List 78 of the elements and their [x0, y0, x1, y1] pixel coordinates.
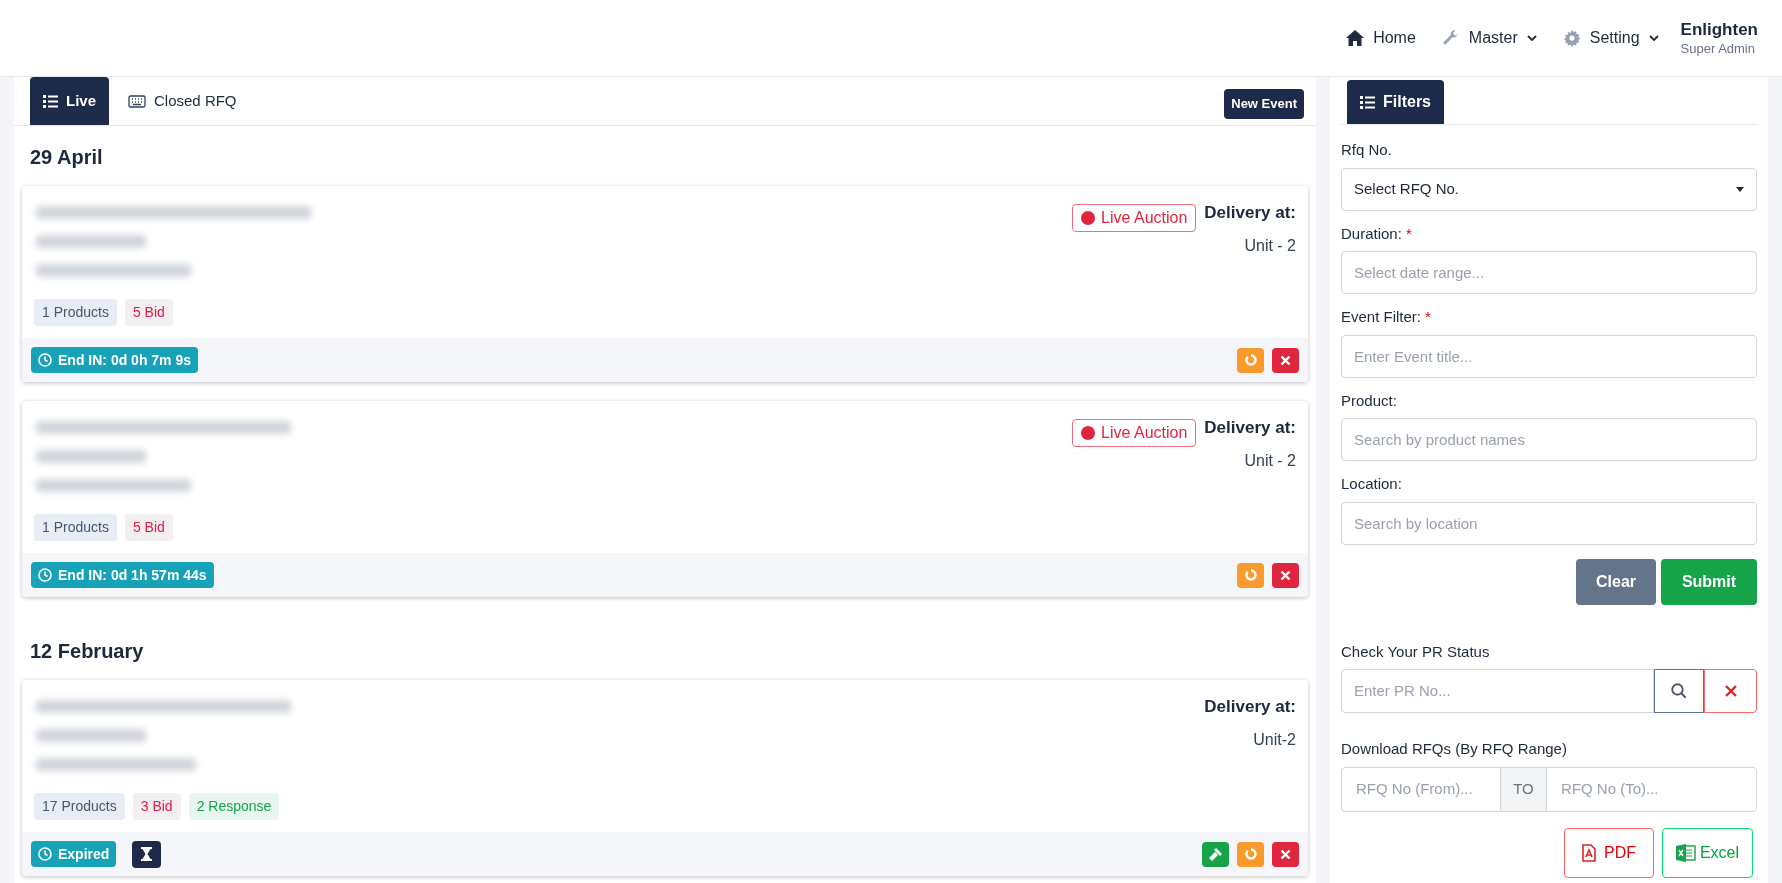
pdf-file-icon [1582, 843, 1596, 862]
spreadsheet-icon [1675, 843, 1696, 862]
hourglass-button[interactable] [132, 840, 162, 868]
nav-link[interactable]: Setting [1562, 26, 1659, 50]
date-heading: 12 February [29, 639, 145, 664]
count-tag: 17 Products [34, 793, 125, 820]
count-tag: 2 Response [188, 793, 280, 820]
hourglass-icon [141, 847, 153, 861]
wrench-icon [1441, 29, 1460, 47]
count-tag: 3 Bid [132, 793, 181, 820]
delivery-label: Delivery at: [1204, 202, 1296, 224]
range-separator: TO [1501, 766, 1546, 812]
date-heading: 29 April [29, 145, 104, 170]
field-label: Event Filter: [1341, 307, 1422, 327]
search-button[interactable] [1654, 669, 1704, 713]
clear-button[interactable]: Clear [1576, 558, 1656, 605]
close-icon [1280, 569, 1291, 581]
field-label: Duration: [1341, 223, 1402, 244]
live-auction-badge: Live Auction [1072, 204, 1197, 232]
count-tag: 1 Products [34, 299, 117, 326]
pr-number-field[interactable]: Enter PR No... [1341, 669, 1654, 713]
tab[interactable]: Live [30, 77, 109, 125]
clear-button[interactable] [1704, 669, 1757, 713]
delete-button[interactable] [1272, 841, 1299, 867]
clock-icon [38, 353, 52, 367]
delivery-location: Unit-2 [1253, 729, 1296, 750]
filter-field[interactable]: Select date range... [1341, 251, 1757, 294]
dropdown-icon [1736, 186, 1744, 192]
delivery-location: Unit - 2 [1244, 235, 1296, 256]
field-label: Product: [1341, 390, 1397, 411]
list-icon [1360, 95, 1375, 109]
required-mark: * [1425, 307, 1431, 327]
nav-link[interactable]: Home [1346, 26, 1416, 50]
refresh-icon [1244, 848, 1257, 860]
close-icon [1280, 354, 1291, 366]
clock-icon [38, 847, 52, 861]
field-label: Rfq No. [1341, 140, 1392, 160]
count-tag: 5 Bid [124, 514, 173, 541]
delivery-label: Delivery at: [1204, 696, 1296, 718]
delete-button[interactable] [1272, 347, 1299, 373]
count-tag: 5 Bid [124, 299, 173, 326]
timer-badge: End IN: 0d 0h 7m 9s [31, 347, 199, 373]
rfq-from-field[interactable]: RFQ No (From)... [1341, 766, 1501, 812]
field-label: Location: [1341, 474, 1402, 494]
gavel-icon [1209, 847, 1222, 861]
filter-field[interactable]: Search by product names [1341, 418, 1757, 461]
filter-field[interactable]: Enter Event title... [1341, 334, 1757, 378]
count-tag: 1 Products [34, 514, 117, 541]
gear-icon [1562, 29, 1581, 47]
close-icon [1723, 684, 1738, 698]
timer-badge: End IN: 0d 1h 57m 44s [31, 562, 214, 588]
field-label: Download RFQs (By RFQ Range) [1341, 739, 1568, 759]
delivery-location: Unit - 2 [1244, 450, 1296, 471]
rfq-to-field[interactable]: RFQ No (To)... [1546, 766, 1757, 812]
clock-icon [38, 568, 52, 582]
user-role: Super Admin [1680, 40, 1756, 57]
timer-badge: Expired [31, 841, 117, 867]
award-button[interactable] [1202, 841, 1229, 867]
pdf-button[interactable]: PDF [1564, 827, 1654, 878]
required-mark: * [1405, 223, 1412, 244]
rfq-select[interactable]: Select RFQ No. [1341, 167, 1757, 211]
home-icon [1346, 30, 1365, 46]
filters-tab[interactable]: Filters [1347, 80, 1444, 124]
keyboard-icon [128, 94, 146, 108]
filter-field[interactable]: Search by location [1341, 501, 1757, 545]
search-icon [1670, 682, 1688, 700]
close-icon [1280, 848, 1291, 860]
new-event-button[interactable]: New Event [1224, 89, 1304, 119]
list-icon [43, 94, 58, 108]
tab[interactable]: Closed RFQ [115, 77, 250, 125]
live-auction-badge: Live Auction [1072, 419, 1197, 447]
refresh-icon [1244, 354, 1257, 366]
user-name: Enlighten [1680, 19, 1758, 41]
delete-button[interactable] [1272, 562, 1299, 588]
field-label: Check Your PR Status [1341, 641, 1491, 662]
refresh-icon [1244, 569, 1257, 581]
delivery-label: Delivery at: [1204, 417, 1296, 439]
nav-link[interactable]: Master [1441, 26, 1537, 50]
